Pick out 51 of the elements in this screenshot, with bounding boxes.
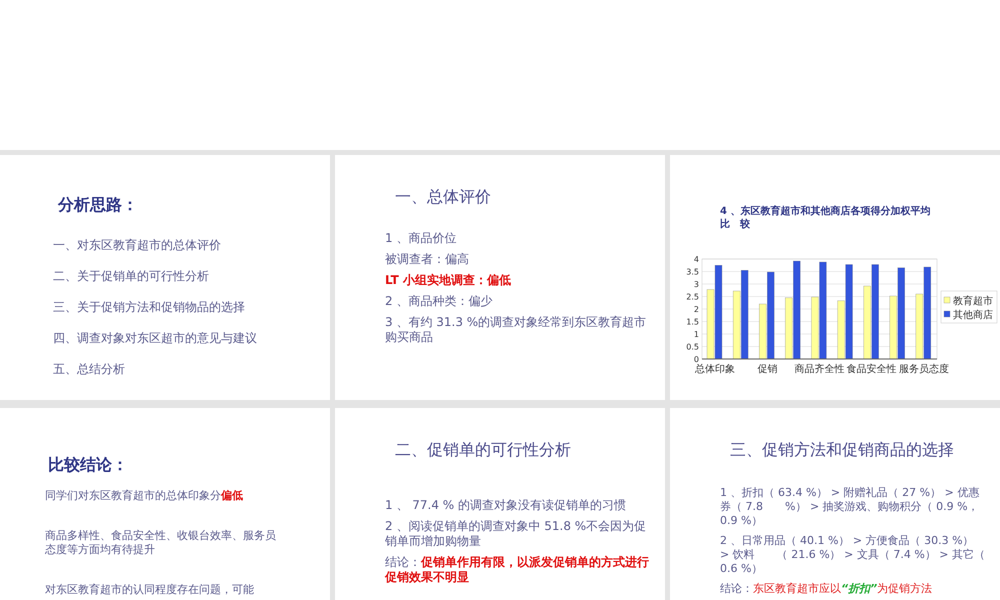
axis-tick-label: 0.5: [686, 342, 699, 352]
axis-tick-label: 2.5: [686, 292, 699, 302]
slide-title: 分析思路：: [58, 194, 139, 216]
slide-text: 同学们对东区教育超市的总体印象分偏低: [45, 489, 244, 503]
axis-category-label: 商品齐全性: [794, 364, 844, 375]
slide-text: 对东区教育超市的认同程度存在问题，可能: [45, 583, 255, 597]
slide-text: 1 、折扣（ 63.4 %） > 附赠礼品（ 27 %） > 优惠券（ 7.8 %） > 抽奖游戏、购物积分（ 0.9 %， 0.9 %）: [720, 486, 980, 528]
slide-text: 商品多样性、食品安全性、收银台效率、服务员态度等方面均有待提升: [45, 529, 277, 557]
slide-thumbnail[interactable]: 二、促销单的可行性分析 1 、 77.4 % 的调查对象没有读促销单的习惯 2 、阅读促销单的调查对象中 51.8 %不会因为促销单而增加购物量 结论：促销单作用有限，以派发促销单的方式进行促销效果不明显: [335, 408, 665, 600]
axis-tick-label: 0: [694, 355, 699, 364]
slide-thumbnail[interactable]: 4 、东区教育超市和其他商店各项得分加权平均比 较 0 0.5 1 1.5 2 2.5 3 3.5 4 总体印象 促销 商品齐全性 食品安全性 服务员态度 教育超市 其他商店: [670, 155, 1000, 400]
slide-title: 二、促销单的可行性分析: [395, 439, 572, 461]
axis-tick-label: 3: [694, 280, 699, 289]
slide-text: 被调查者：偏高: [385, 252, 470, 267]
slide-text: 3 、有约 31.3 %的调查对象经常到东区教育超市购买商品: [385, 315, 648, 345]
axis-category-label: 服务员态度: [898, 364, 949, 375]
slide-title: 三、促销方法和促销商品的选择: [730, 439, 955, 461]
slide-text: 1 、商品价位: [385, 231, 458, 246]
slide-text: 2 、日常用品（ 40.1 %） > 方便食品（ 30.3 %） > 饮料 （ 21.6 %） > 文具（ 7.4 %） > 其它（ 0.6 %）: [720, 534, 986, 576]
slide-text: 二、关于促销单的可行性分析: [53, 268, 210, 285]
axis-tick-label: 1.5: [686, 318, 699, 326]
slide-thumbnail[interactable]: 分析思路： 一、对东区教育超市的总体评价 二、关于促销单的可行性分析 三、关于促销方法和促销物品的选择 四、调查对象对东区超市的意见与建议 五、总结分析: [0, 155, 330, 400]
legend-swatch: [944, 310, 950, 318]
legend-label: 教育超市: [953, 296, 993, 307]
slide-thumbnail[interactable]: 比较结论： 同学们对东区教育超市的总体印象分偏低 商品多样性、食品安全性、收银台效率、服务员态度等方面均有待提升 对东区教育超市的认同程度存在问题，可能: [0, 408, 330, 600]
slide-text: LT 小组实地调查：偏低: [385, 273, 512, 288]
axis-category-label: 食品安全性: [846, 364, 897, 375]
chart-title: 4 、东区教育超市和其他商店各项得分加权平均比 较: [720, 205, 932, 231]
axis-tick-label: 3.5: [686, 268, 699, 276]
legend-label: 其他商店: [953, 310, 993, 321]
slide-title: 一、总体评价: [395, 186, 492, 208]
slide-thumbnail[interactable]: [0, 0, 1000, 150]
slide-title: 比较结论：: [48, 454, 129, 476]
axis-tick-label: 1: [694, 330, 699, 339]
axis-tick-label: 2: [694, 305, 699, 314]
slide-text: 2 、商品种类：偏少: [385, 294, 494, 309]
legend-box: [940, 290, 998, 324]
slide-text: 五、总结分析: [53, 361, 126, 378]
legend-swatch: [944, 296, 950, 304]
slide-text: 2 、阅读促销单的调查对象中 51.8 %不会因为促销单而增加购物量: [385, 519, 648, 549]
axis-category-label: 总体印象: [695, 364, 736, 375]
axis-category-label: 促销: [757, 364, 778, 375]
axis-tick-label: 4: [694, 255, 699, 264]
slide-text: 一、对东区教育超市的总体评价: [53, 237, 222, 254]
slide-thumbnail[interactable]: 一、总体评价 1 、商品价位 被调查者：偏高 LT 小组实地调查：偏低 2 、商品种类：偏少 3 、有约 31.3 %的调查对象经常到东区教育超市购买商品: [335, 155, 665, 400]
slide-text: 三、关于促销方法和促销物品的选择: [53, 299, 246, 316]
slide-text: 结论：东区教育超市应以“折扣”为促销方法: [720, 582, 934, 596]
slide-text: 四、调查对象对东区超市的意见与建议: [53, 330, 258, 347]
slide-thumbnail[interactable]: 三、促销方法和促销商品的选择 1 、折扣（ 63.4 %） > 附赠礼品（ 27 %） > 优惠券（ 7.8 %） > 抽奖游戏、购物积分（ 0.9 %， 0.9 %） 2 、日常用品（ 40.1 %） > 方便食品（ 30.3 %） > 饮料 （ 21.6 %） > 文具（ 7.4 %） > 其它（ 0.6 %） 结论：东区教育超市应以“折扣”为促销方法: [670, 408, 1000, 600]
slide-text: 结论：促销单作用有限，以派发促销单的方式进行促销效果不明显: [385, 555, 650, 585]
slide-text: 1 、 77.4 % 的调查对象没有读促销单的习惯: [385, 498, 628, 513]
